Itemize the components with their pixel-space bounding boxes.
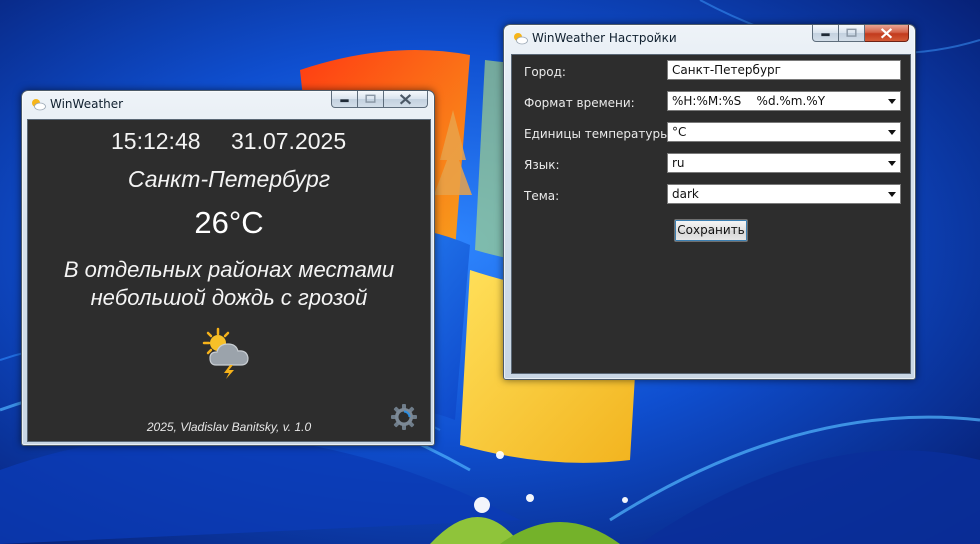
language-value: ru — [672, 156, 685, 170]
weather-app-icon — [32, 99, 46, 111]
minimize-icon — [340, 99, 349, 103]
city-name: Санкт-Петербург — [127, 166, 331, 192]
window-title: WinWeather Настройки — [532, 31, 677, 45]
city-input[interactable]: Санкт-Петербург — [667, 60, 901, 80]
time-format-value: %H:%M:%S %d.%m.%Y — [672, 94, 826, 108]
window-title: WinWeather — [50, 97, 124, 111]
time-format-select[interactable]: %H:%M:%S %d.%m.%Y — [667, 91, 901, 111]
temp-units-label: Единицы температуры: — [524, 127, 674, 141]
caption-buttons — [331, 91, 428, 109]
minimize-button[interactable] — [812, 25, 839, 42]
maximize-button[interactable] — [358, 91, 384, 108]
settings-panel: Город: Санкт-Петербург Формат времени: %… — [511, 54, 911, 374]
title-bar[interactable]: WinWeather Настройки — [504, 25, 915, 51]
chevron-down-icon — [888, 192, 896, 197]
weather-app-icon — [514, 33, 528, 45]
minimize-button[interactable] — [331, 91, 358, 108]
weather-panel: 15:12:48 31.07.2025 Санкт-Петербург 26°C… — [27, 119, 431, 442]
city-label: Город: — [524, 65, 566, 79]
temp-units-value: °C — [672, 125, 687, 139]
theme-label: Тема: — [524, 189, 560, 203]
chevron-down-icon — [888, 161, 896, 166]
minimize-icon — [821, 33, 830, 37]
language-label: Язык: — [524, 158, 560, 172]
close-icon — [399, 94, 412, 105]
description-line-1: В отдельных районах местами — [63, 257, 395, 282]
temp-units-select[interactable]: °C — [667, 122, 901, 142]
time-format-label: Формат времени: — [524, 96, 635, 110]
save-button[interactable]: Сохранить — [674, 219, 748, 242]
caption-buttons — [812, 25, 909, 43]
close-button[interactable] — [865, 25, 909, 42]
maximize-icon — [846, 28, 857, 37]
gear-icon[interactable] — [390, 403, 418, 431]
chevron-down-icon — [888, 130, 896, 135]
settings-window: WinWeather Настройки Город: Санкт-Петерб… — [503, 24, 916, 380]
close-button[interactable] — [384, 91, 428, 108]
footer-credits: 2025, Vladislav Banitsky, v. 1.0 — [146, 420, 312, 434]
description-line-2: небольшой дождь с грозой — [90, 285, 368, 310]
temperature: 26°C — [194, 205, 264, 240]
chevron-down-icon — [888, 99, 896, 104]
sun-cloud-lightning-icon — [202, 327, 249, 379]
maximize-icon — [365, 94, 376, 103]
title-bar[interactable]: WinWeather — [22, 91, 434, 117]
current-date: 31.07.2025 — [231, 128, 347, 154]
weather-window: WinWeather 15:12:48 31.07.2025 Санкт-Пет… — [21, 90, 435, 446]
weather-description: В отдельных районах местами небольшой до… — [28, 256, 430, 312]
close-icon — [880, 28, 893, 39]
theme-select[interactable]: dark — [667, 184, 901, 204]
current-time: 15:12:48 — [111, 128, 201, 154]
theme-value: dark — [672, 187, 699, 201]
maximize-button[interactable] — [839, 25, 865, 42]
language-select[interactable]: ru — [667, 153, 901, 173]
